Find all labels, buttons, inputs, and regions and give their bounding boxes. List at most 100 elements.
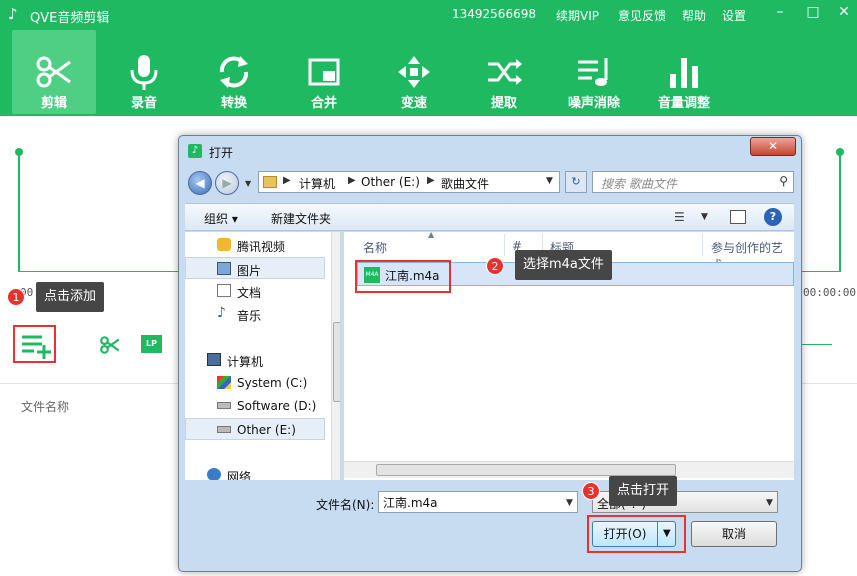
drive-e-icon	[217, 426, 231, 433]
filename-input[interactable]	[378, 491, 578, 513]
cancel-button[interactable]: 取消	[691, 521, 777, 547]
minimize-icon[interactable]: –	[770, 4, 790, 20]
speed-icon	[398, 56, 430, 88]
chevron-right-icon[interactable]: ▶	[348, 175, 356, 186]
tool-cut[interactable]: 剪辑	[12, 30, 96, 114]
nav-item-drive-e[interactable]: Other (E:)	[185, 418, 325, 440]
lp-button[interactable]: LP	[141, 335, 162, 353]
dialog-app-icon: ♪	[188, 144, 202, 158]
nav-label: 网络	[227, 470, 252, 480]
add-file-icon[interactable]	[20, 331, 52, 359]
chevron-right-icon[interactable]: ▶	[283, 175, 291, 186]
horizontal-scrollbar-thumb[interactable]	[376, 464, 676, 476]
tool-label: 噪声消除	[567, 96, 620, 111]
documents-icon	[217, 284, 231, 297]
step-2-badge: 2	[486, 257, 504, 275]
nav-item-drive-d[interactable]: Software (D:)	[185, 395, 325, 417]
volume-icon	[670, 58, 698, 88]
settings-link[interactable]: 设置	[722, 7, 746, 24]
nav-label: 计算机	[227, 355, 264, 369]
breadcrumb-song-folder[interactable]: 歌曲文件	[441, 175, 489, 192]
chevron-right-icon[interactable]: ▶	[427, 175, 435, 186]
close-icon[interactable]: ✕	[834, 4, 854, 20]
view-dropdown-icon[interactable]: ▼	[701, 212, 708, 222]
tool-merge[interactable]: 合并	[282, 30, 366, 114]
navigation-pane: 腾讯视频 图片 文档 ♪ 音乐 计算机 System (C:) Software…	[185, 232, 341, 480]
nav-item-tencent-video[interactable]: 腾讯视频	[185, 234, 325, 256]
address-bar[interactable]: ▶ 计算机 ▶ Other (E:) ▶ 歌曲文件 ▼	[258, 171, 560, 193]
scissors-icon	[36, 56, 71, 88]
step-2-callout: 选择m4a文件	[515, 250, 612, 280]
file-highlight-box	[355, 260, 451, 293]
forward-button[interactable]: ▶	[215, 171, 239, 195]
filename-label: 文件名(N):	[316, 498, 375, 512]
back-button[interactable]: ◀	[188, 171, 212, 195]
open-button-highlight-box	[587, 515, 686, 553]
tool-noise-removal[interactable]: 噪声消除	[552, 30, 636, 114]
tool-label: 变速	[400, 96, 427, 111]
step-3-callout: 点击打开	[609, 476, 678, 506]
tool-record[interactable]: 录音	[102, 30, 186, 114]
tool-convert[interactable]: 转换	[192, 30, 276, 114]
file-list-horizontal-scrollbar[interactable]	[344, 461, 794, 478]
column-divider[interactable]	[702, 234, 703, 256]
tool-volume[interactable]: 音量调整	[642, 30, 726, 114]
search-input[interactable]: 搜索 歌曲文件 ⚲	[592, 171, 794, 193]
folder-icon	[263, 176, 277, 188]
address-dropdown-icon[interactable]: ▼	[546, 176, 553, 186]
noise-removal-icon	[578, 58, 608, 86]
renew-vip-link[interactable]: 续期VIP	[556, 7, 599, 24]
breadcrumb-computer[interactable]: 计算机	[299, 175, 335, 192]
history-dropdown-icon[interactable]: ▼	[245, 179, 251, 188]
pictures-icon	[217, 262, 231, 275]
end-marker-line	[839, 152, 841, 272]
preview-pane-icon[interactable]	[730, 210, 746, 224]
nav-label: 文档	[237, 286, 262, 300]
search-placeholder: 搜索 歌曲文件	[601, 177, 677, 191]
nav-item-network[interactable]: 网络	[185, 464, 325, 480]
tencent-video-icon	[217, 238, 231, 251]
nav-item-drive-c[interactable]: System (C:)	[185, 372, 325, 394]
new-folder-button[interactable]: 新建文件夹	[271, 210, 331, 227]
start-marker-line	[18, 152, 20, 272]
organize-menu[interactable]: 组织 ▾	[204, 210, 238, 227]
file-type-dropdown-icon[interactable]: ▼	[766, 498, 773, 508]
column-name[interactable]: 名称	[363, 239, 387, 256]
file-name-column: 文件名称	[21, 400, 70, 414]
dialog-close-button[interactable]: ✕	[750, 137, 796, 156]
tool-label: 提取	[490, 96, 517, 111]
convert-icon	[219, 56, 249, 88]
tool-speed[interactable]: 变速	[372, 30, 456, 114]
column-divider[interactable]	[504, 234, 505, 256]
help-icon[interactable]: ?	[764, 208, 782, 226]
microphone-icon	[130, 55, 158, 90]
nav-item-pictures[interactable]: 图片	[185, 257, 325, 279]
drive-c-icon	[217, 376, 231, 389]
breadcrumb-drive-e[interactable]: Other (E:)	[361, 175, 420, 189]
tool-extract[interactable]: 提取	[462, 30, 546, 114]
sort-ascending-icon: ▲	[428, 232, 435, 239]
timecode-end: 00:00:00	[803, 286, 856, 299]
nav-label: 腾讯视频	[237, 240, 286, 254]
help-link[interactable]: 帮助	[682, 7, 706, 24]
tool-label: 合并	[310, 96, 337, 111]
timeline-baseline	[18, 271, 180, 272]
extract-icon	[488, 59, 522, 85]
cut-icon[interactable]	[98, 334, 122, 356]
tool-label: 录音	[130, 96, 157, 111]
nav-item-music[interactable]: ♪ 音乐	[185, 303, 325, 325]
computer-icon	[207, 353, 221, 366]
filename-dropdown-icon[interactable]: ▼	[566, 498, 573, 508]
command-bar: 组织 ▾ 新建文件夹 ☰ ▼ ?	[185, 203, 794, 231]
refresh-icon[interactable]: ↻	[565, 171, 587, 193]
nav-scrollbar-thumb[interactable]	[333, 322, 340, 402]
nav-item-documents[interactable]: 文档	[185, 280, 325, 302]
open-file-dialog: ♪ 打开 ✕ ◀ ▶ ▼ ▶ 计算机 ▶ Other (E:) ▶ 歌曲文件 ▼…	[178, 135, 802, 572]
maximize-icon[interactable]: □	[803, 4, 823, 20]
feedback-link[interactable]: 意见反馈	[618, 7, 666, 24]
music-note-icon: ♪	[8, 5, 18, 23]
nav-item-computer[interactable]: 计算机	[185, 349, 325, 371]
step-1-callout: 点击添加	[36, 282, 105, 312]
search-icon[interactable]: ⚲	[779, 174, 788, 188]
view-options-icon[interactable]: ☰	[674, 210, 685, 224]
